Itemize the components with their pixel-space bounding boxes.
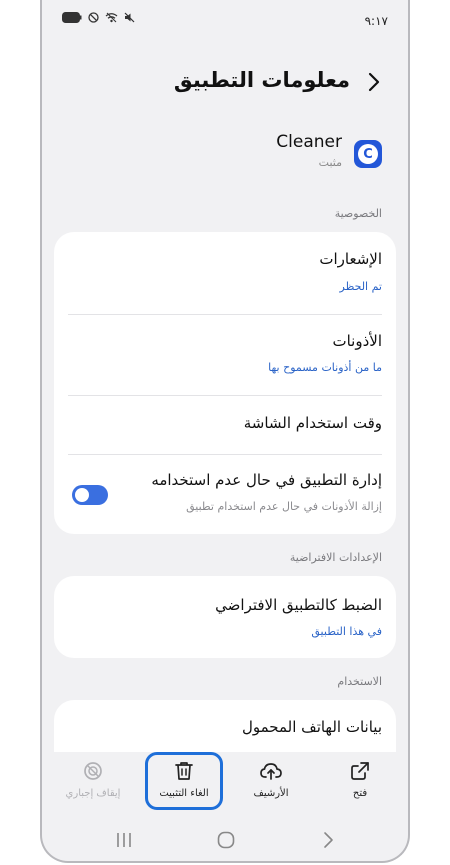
notifications-subtitle: تم الحظر: [339, 280, 382, 293]
cloud-upload-icon: [260, 763, 282, 780]
header: معلومات التطبيق: [42, 62, 408, 102]
manage-unused-toggle[interactable]: [72, 485, 108, 505]
navigation-bar: [42, 822, 408, 858]
set-default-subtitle: في هذا التطبيق: [311, 625, 382, 638]
status-bar: ٩:١٧: [42, 0, 408, 42]
section-label-defaults: الإعدادات الافتراضية: [289, 551, 382, 564]
app-status: مثبت: [318, 156, 342, 169]
manage-unused-row[interactable]: إدارة التطبيق في حال عدم استخدامه إزالة …: [54, 455, 396, 534]
section-label-usage: الاستخدام: [337, 675, 382, 688]
mobile-data-title: بيانات الهاتف المحمول: [241, 718, 382, 736]
set-default-row[interactable]: الضبط كالتطبيق الافتراضي في هذا التطبيق: [54, 576, 396, 658]
permissions-row[interactable]: الأذونات ما من أذونات مسموح بها: [54, 315, 396, 395]
app-icon-letter: C: [358, 144, 378, 164]
back-nav-button[interactable]: [318, 830, 338, 850]
mute-icon: [124, 12, 135, 23]
manage-unused-title: إدارة التطبيق في حال عدم استخدامه: [151, 471, 382, 489]
home-button[interactable]: [216, 830, 236, 850]
back-button[interactable]: [362, 70, 386, 94]
open-external-icon: [351, 762, 369, 780]
app-info: C Cleaner مثبت: [82, 128, 386, 178]
archive-button[interactable]: الأرشيف: [236, 760, 306, 799]
status-time: ٩:١٧: [364, 14, 388, 28]
screen-time-row[interactable]: وقت استخدام الشاشة: [54, 396, 396, 454]
trash-icon: [175, 762, 193, 780]
force-stop-label: إيقاف إجباري: [65, 788, 121, 799]
uninstall-label: الغاء التثبيت: [159, 788, 209, 799]
open-label: فتح: [352, 788, 368, 799]
do-not-disturb-icon: [88, 12, 99, 23]
permissions-title: الأذونات: [332, 332, 382, 350]
recent-apps-button[interactable]: [114, 830, 134, 850]
manage-unused-subtitle: إزالة الأذونات في حال عدم استخدام تطبيق: [186, 500, 382, 513]
phone-screen: ٩:١٧ معلومات التطبيق C Cleaner مثبت الخص…: [40, 0, 410, 863]
wifi-off-icon: [105, 12, 118, 23]
page-title: معلومات التطبيق: [173, 68, 350, 92]
app-icon: C: [354, 140, 382, 168]
force-stop-button[interactable]: إيقاف إجباري: [58, 760, 128, 799]
force-stop-icon: [84, 762, 102, 780]
defaults-card: الضبط كالتطبيق الافتراضي في هذا التطبيق: [54, 576, 396, 658]
battery-icon: [62, 12, 82, 23]
screen-time-title: وقت استخدام الشاشة: [243, 414, 382, 432]
bottom-action-bar: فتح الأرشيف الغاء التثبيت إيقاف إجباري: [42, 752, 408, 814]
privacy-card: الإشعارات تم الحظر الأذونات ما من أذونات…: [54, 232, 396, 534]
section-label-privacy: الخصوصية: [334, 207, 382, 220]
permissions-subtitle: ما من أذونات مسموح بها: [268, 361, 382, 374]
set-default-title: الضبط كالتطبيق الافتراضي: [215, 596, 382, 614]
archive-label: الأرشيف: [253, 788, 289, 799]
uninstall-button[interactable]: الغاء التثبيت: [149, 760, 219, 799]
notifications-title: الإشعارات: [319, 250, 382, 268]
status-icons: [62, 12, 135, 23]
app-name: Cleaner: [276, 132, 342, 152]
notifications-row[interactable]: الإشعارات تم الحظر: [54, 232, 396, 314]
open-button[interactable]: فتح: [325, 760, 395, 799]
